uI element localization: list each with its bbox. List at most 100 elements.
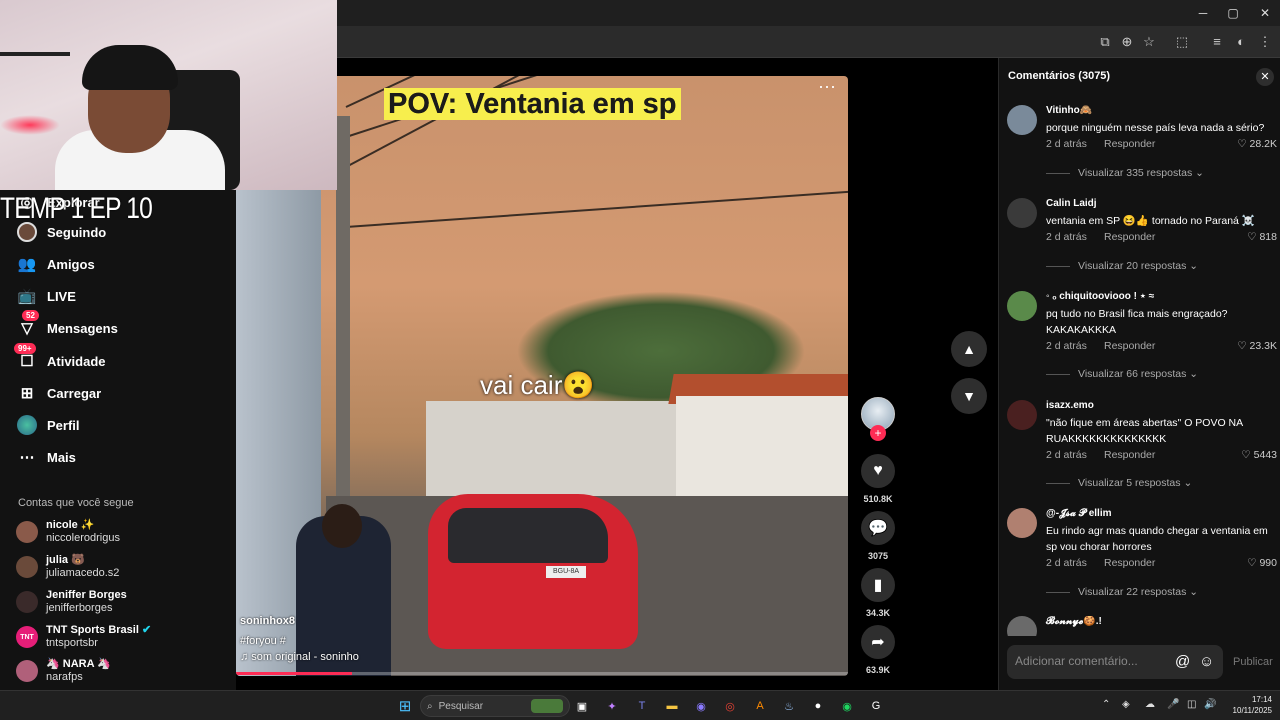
comment-time: 2 d atrás [1046,449,1087,461]
zoom-icon[interactable]: ⊕ [1118,33,1136,51]
sidebar-item-atividade[interactable]: ☐ 99+ Atividade [14,343,106,373]
view-replies-button[interactable]: Visualizar 66 respostas ⌄ [1046,368,1198,380]
menu-kebab-icon[interactable]: ⋮ [1256,33,1274,51]
next-video-button[interactable]: ▼ [951,378,987,414]
save-action[interactable]: ▮ 34.3K [860,568,896,618]
following-account[interactable]: Jeniffer Borges jenifferborges [16,587,127,617]
extensions-icon[interactable]: ⬚ [1173,33,1191,51]
previous-video-button[interactable]: ▲ [951,331,987,367]
spotify-icon[interactable]: ◉ [837,696,857,716]
comment-user[interactable]: Calin Laidj [1046,198,1097,209]
avatar [16,556,38,578]
sidebar-item-mensagens[interactable]: ▽ 52 Mensagens [16,310,118,340]
publish-button[interactable]: Publicar [1233,656,1273,668]
steam-icon[interactable]: ♨ [779,696,799,716]
sidebar-item-carregar[interactable]: ⊞ Carregar [16,381,102,405]
comment-user[interactable]: Vitinho🙈 [1046,105,1092,116]
chevron-down-icon: ▼ [962,388,976,404]
reply-button[interactable]: Responder [1104,231,1155,243]
avatar[interactable] [1007,616,1037,636]
tray-app-icon[interactable]: ◈ [1122,699,1130,710]
video-sound[interactable]: ♫ som original - soninho [240,651,359,663]
app-g-icon[interactable]: G [866,696,886,716]
share-action[interactable]: ➦ 63.9K [860,625,896,675]
bookmark-star-icon[interactable]: ☆ [1140,33,1158,51]
avatar[interactable] [1007,400,1037,430]
tray-chevron-icon[interactable]: ⌃ [1102,699,1110,710]
view-replies-button[interactable]: Visualizar 20 respostas ⌄ [1046,260,1198,272]
follow-plus-icon[interactable]: + [870,425,886,441]
following-account[interactable]: nicole ✨ niccolerodrigus [16,517,120,547]
following-account[interactable]: 🦄 NARA 🦄 narafps [16,656,111,686]
reply-button[interactable]: Responder [1104,557,1155,569]
comment-count: 3075 [867,551,889,561]
close-icon[interactable]: ✕ [1256,68,1274,86]
video-hashtags[interactable]: #foryou # [240,635,286,647]
media-icon[interactable]: ≡ [1208,33,1226,51]
video-username[interactable]: soninhox8 [240,615,295,627]
avatar[interactable] [1007,291,1037,321]
sidebar-item-perfil[interactable]: Perfil [16,413,80,437]
account-handle: jenifferborges [46,602,113,614]
microphone-icon[interactable]: 🎤 [1167,699,1179,710]
comment-like[interactable]: ♡ 5443 [1241,449,1277,461]
comment-user[interactable]: 𝓑𝓸𝓷𝓷𝔂𝓮🍪.! [1046,616,1102,627]
following-account[interactable]: julia 🐻 juliamacedo.s2 [16,552,119,582]
volume-icon[interactable]: 🔊 [1204,699,1216,710]
heart-icon[interactable]: ♥ [861,454,895,488]
onedrive-icon[interactable]: ☁ [1145,699,1155,710]
sidebar-item-mais[interactable]: ⋯ Mais [16,445,76,469]
more-options-icon[interactable]: ··· [818,76,836,97]
view-replies-button[interactable]: Visualizar 22 respostas ⌄ [1046,586,1198,598]
reply-button[interactable]: Responder [1104,138,1155,150]
comment-input[interactable]: Adicionar comentário... [1007,645,1223,679]
reply-button[interactable]: Responder [1104,449,1155,461]
comment-item: isazx.emo "não fique em áreas abertas" O… [1007,400,1277,495]
cast-icon[interactable]: ⧉ [1096,33,1114,51]
profile-avatar-icon[interactable]: ◐ [1232,33,1250,51]
sidebar-item-label: Seguindo [47,224,107,240]
network-icon[interactable]: ◫ [1187,699,1196,710]
comment-icon[interactable]: 💬 [861,511,895,545]
comment-like[interactable]: ♡ 28.2K [1237,138,1277,150]
comments-panel: Comentários (3075) ✕ Vitinho🙈 porque nin… [998,58,1280,690]
teams-icon[interactable]: T [632,696,652,716]
like-action[interactable]: ♥ 510.8K [860,454,896,504]
avatar[interactable] [1007,508,1037,538]
task-view-icon[interactable]: ▣ [572,696,592,716]
sidebar-item-amigos[interactable]: 👥 Amigos [16,252,95,276]
taskbar-clock[interactable]: 17:14 10/11/2025 [1222,694,1272,716]
avatar[interactable] [1007,198,1037,228]
comment-user[interactable]: @-𝓙𝓼𝓪 𝓟 ellim [1046,508,1112,519]
obs-icon[interactable]: ● [808,696,828,716]
view-replies-button[interactable]: Visualizar 5 respostas ⌄ [1046,477,1192,489]
copilot-icon[interactable]: ✦ [602,696,622,716]
reply-button[interactable]: Responder [1104,340,1155,352]
comment-action[interactable]: 💬 3075 [860,511,896,561]
sidebar-item-live[interactable]: 📺 LIVE [16,284,76,308]
taskbar-search[interactable]: ⌕ Pesquisar [420,695,570,717]
view-replies-button[interactable]: Visualizar 335 respostas ⌄ [1046,167,1204,179]
comment-like[interactable]: ♡ 23.3K [1237,340,1277,352]
file-explorer-icon[interactable]: ▬ [662,696,682,716]
minimize-icon[interactable]: ─ [1188,4,1218,22]
close-window-icon[interactable]: ✕ [1250,4,1280,22]
following-account[interactable]: TNT TNT Sports Brasil ✔ tntsportsbr [16,622,151,652]
app-a-icon[interactable]: A [750,696,770,716]
maximize-icon[interactable]: ▢ [1218,4,1248,22]
stream-overlay-text: TEMP 1 EP 10 [0,192,153,225]
discord-icon[interactable]: ◉ [691,696,711,716]
mention-icon[interactable]: @ [1175,653,1190,670]
chrome-icon[interactable]: ◎ [720,696,740,716]
comment-user[interactable]: ◦ ₒ chiquitooviooo ! ⋆ ≈ [1046,291,1154,302]
comment-like[interactable]: ♡ 990 [1247,557,1277,569]
emoji-icon[interactable]: ☺ [1199,653,1214,670]
comment-like[interactable]: ♡ 818 [1247,231,1277,243]
comment-item: Vitinho🙈 porque ninguém nesse país leva … [1007,105,1277,185]
avatar[interactable] [1007,105,1037,135]
comment-user[interactable]: isazx.emo [1046,400,1094,411]
bookmark-icon[interactable]: ▮ [861,568,895,602]
share-icon[interactable]: ➦ [861,625,895,659]
video-progress-bar[interactable] [236,672,848,675]
windows-start-icon[interactable]: ⊞ [395,696,415,716]
